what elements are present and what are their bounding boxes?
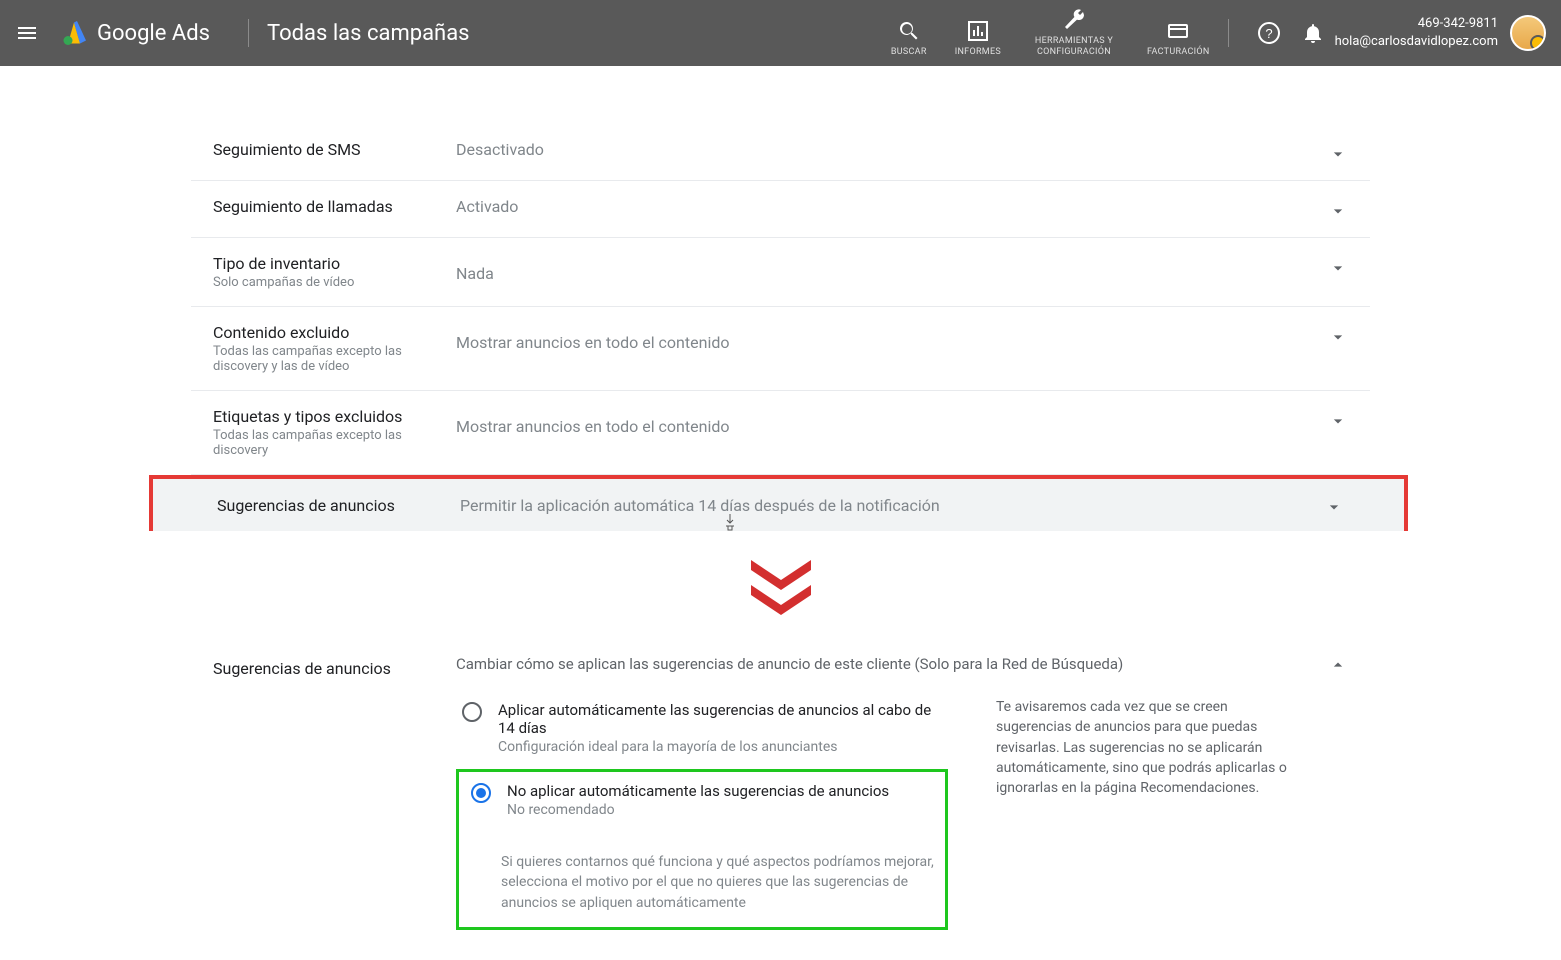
chevron-down-icon: [1328, 327, 1348, 347]
cursor-icon: [723, 513, 737, 531]
setting-label: Seguimiento de SMS: [213, 140, 456, 159]
option-no-auto-apply[interactable]: No aplicar automáticamente las sugerenci…: [465, 778, 935, 822]
page-title[interactable]: Todas las campañas: [267, 21, 470, 46]
header-tools: BUSCAR INFORMES HERRAMIENTAS Y CONFIGURA…: [891, 8, 1210, 58]
brand-name: Google Ads: [97, 21, 210, 46]
card-icon: [1166, 19, 1190, 43]
reports-tool[interactable]: INFORMES: [955, 19, 1001, 58]
setting-value: Activado: [456, 197, 1318, 216]
chevron-down-icon: [1328, 201, 1348, 221]
setting-value: Nada: [456, 254, 1318, 283]
setting-sublabel: Todas las campañas excepto las discovery…: [213, 344, 456, 374]
option-auto-apply[interactable]: Aplicar automáticamente las sugerencias …: [456, 697, 956, 765]
billing-tool[interactable]: FACTURACIÓN: [1147, 19, 1210, 58]
option-subtitle: No recomendado: [507, 802, 889, 818]
radio-checked-icon[interactable]: [471, 783, 491, 803]
setting-row-excluded-labels-types[interactable]: Etiquetas y tipos excluidos Todas las ca…: [191, 391, 1370, 475]
setting-row-excluded-content[interactable]: Contenido excluido Todas las campañas ex…: [191, 307, 1370, 391]
side-note: Te avisaremos cada vez que se creen suge…: [996, 697, 1296, 930]
account-email: hola@carlosdavidlopez.com: [1335, 33, 1498, 51]
ad-suggestions-expanded: Sugerencias de anuncios Cambiar cómo se …: [191, 655, 1370, 960]
settings-panel: Seguimiento de SMS Desactivado Seguimien…: [191, 124, 1370, 960]
search-tool-label: BUSCAR: [891, 47, 927, 58]
svg-text:?: ?: [1265, 26, 1272, 41]
search-tool[interactable]: BUSCAR: [891, 19, 927, 58]
avatar[interactable]: [1510, 15, 1546, 51]
setting-row-inventory-type[interactable]: Tipo de inventario Solo campañas de víde…: [191, 238, 1370, 307]
app-header: Google Ads Todas las campañas BUSCAR INF…: [0, 0, 1561, 66]
menu-button[interactable]: [15, 21, 39, 45]
reports-tool-label: INFORMES: [955, 47, 1001, 58]
google-ads-logo-icon: [59, 18, 89, 48]
setting-row-sms-tracking[interactable]: Seguimiento de SMS Desactivado: [191, 124, 1370, 181]
wrench-icon: [1062, 8, 1086, 32]
chevron-up-icon[interactable]: [1328, 655, 1348, 675]
setting-label: Sugerencias de anuncios: [217, 496, 460, 515]
chevron-down-icon: [1328, 258, 1348, 278]
expanded-description: Cambiar cómo se aplican las sugerencias …: [456, 655, 1136, 673]
setting-value: Mostrar anuncios en todo el contenido: [456, 323, 1318, 352]
chevron-down-icon: [1328, 411, 1348, 431]
help-icon[interactable]: ?: [1257, 21, 1281, 45]
bar-chart-icon: [966, 19, 990, 43]
sub-header-space: [0, 66, 1561, 124]
setting-label: Tipo de inventario: [213, 254, 456, 273]
search-icon: [897, 19, 921, 43]
chevron-down-icon: [1324, 497, 1344, 517]
setting-sublabel: Todas las campañas excepto las discovery: [213, 428, 456, 458]
notifications-icon[interactable]: [1301, 21, 1325, 45]
option-note: Si quieres contarnos qué funciona y qué …: [501, 852, 935, 913]
setting-row-ad-suggestions[interactable]: Sugerencias de anuncios Permitir la apli…: [149, 475, 1408, 531]
option-subtitle: Configuración ideal para la mayoría de l…: [498, 739, 950, 755]
options-group: Aplicar automáticamente las sugerencias …: [456, 697, 956, 930]
setting-value: Permitir la aplicación automática 14 día…: [460, 496, 1314, 515]
divider: [248, 19, 249, 47]
billing-tool-label: FACTURACIÓN: [1147, 47, 1210, 58]
tools-config-label: HERRAMIENTAS Y CONFIGURACIÓN: [1029, 36, 1119, 58]
account-phone: 469-342-9811: [1335, 15, 1498, 33]
setting-label: Contenido excluido: [213, 323, 456, 342]
setting-value: Mostrar anuncios en todo el contenido: [456, 407, 1318, 436]
radio-unchecked-icon[interactable]: [462, 702, 482, 722]
setting-label: Seguimiento de llamadas: [213, 197, 456, 216]
setting-label: Etiquetas y tipos excluidos: [213, 407, 456, 426]
expanded-label: Sugerencias de anuncios: [213, 655, 456, 930]
chevron-down-icon: [1328, 144, 1348, 164]
setting-sublabel: Solo campañas de vídeo: [213, 275, 456, 290]
account-info[interactable]: 469-342-9811 hola@carlosdavidlopez.com: [1335, 15, 1498, 51]
setting-value: Desactivado: [456, 140, 1318, 159]
option-title: Aplicar automáticamente las sugerencias …: [498, 701, 950, 737]
option-title: No aplicar automáticamente las sugerenci…: [507, 782, 889, 800]
arrow-indicator: [191, 555, 1370, 615]
tools-config-tool[interactable]: HERRAMIENTAS Y CONFIGURACIÓN: [1029, 8, 1119, 58]
divider: [1228, 19, 1229, 47]
option-no-auto-apply-highlight: No aplicar automáticamente las sugerenci…: [456, 769, 948, 930]
setting-row-call-tracking[interactable]: Seguimiento de llamadas Activado: [191, 181, 1370, 238]
